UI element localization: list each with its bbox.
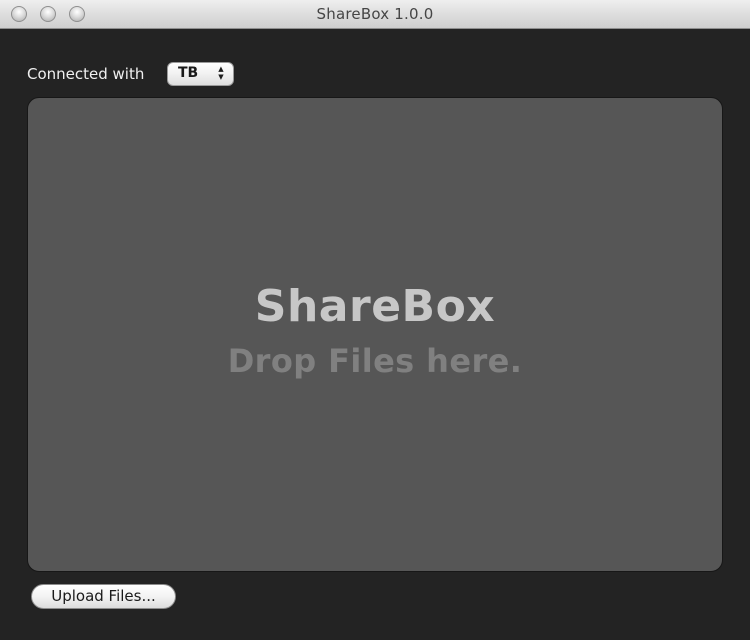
drop-zone-title: ShareBox [254,281,496,332]
connection-select[interactable]: TB ▲ ▼ [167,62,234,86]
arrow-up-icon: ▲ [218,65,224,73]
upload-files-label: Upload Files... [51,587,156,605]
app-window: ShareBox 1.0.0 Connected with TB ▲ ▼ Sha… [0,0,750,640]
arrow-down-icon: ▼ [218,73,224,81]
connection-select-value: TB [178,65,199,81]
connected-with-label: Connected with [27,65,145,83]
window-title: ShareBox 1.0.0 [316,5,434,23]
file-drop-zone[interactable]: ShareBox Drop Files here. [27,97,723,572]
upload-files-button[interactable]: Upload Files... [31,584,176,609]
title-bar[interactable]: ShareBox 1.0.0 [0,0,750,29]
drop-zone-subtitle: Drop Files here. [227,342,523,380]
up-down-arrows-icon: ▲ ▼ [217,65,225,81]
